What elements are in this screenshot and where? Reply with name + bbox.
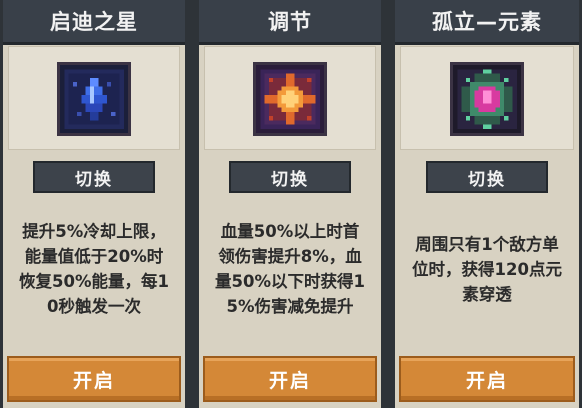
description-line: 5%伤害减免提升 (226, 297, 354, 316)
card-title: 启迪之星 (3, 0, 185, 45)
card-title: 孤立—元素 (395, 0, 579, 45)
description-line: 周围只有1个敌方单 (415, 234, 559, 254)
buff-card-2: 调节 切换 血量50%以上时首 领伤害提升8%，血 量50%以下时获得1 5%伤… (196, 0, 384, 408)
buff-card-1: 启迪之星 切换 提升5%冷却上限， 能量值低于20%时 恢复50%能量，每1 0… (0, 0, 188, 408)
description-line: 0秒触发一次 (47, 297, 141, 316)
switch-button[interactable]: 切换 (426, 161, 548, 193)
orange-star-icon (253, 62, 327, 136)
description-line: 位时，获得120点元 (412, 259, 562, 279)
description-line: 素穿透 (462, 284, 512, 304)
description-line: 能量值低于20%时 (24, 247, 164, 266)
description-line: 提升5%冷却上限， (22, 222, 166, 241)
description-line: 领伤害提升8%，血 (218, 247, 362, 266)
switch-button[interactable]: 切换 (229, 161, 351, 193)
description-line: 恢复50%能量，每1 (19, 272, 169, 291)
open-button[interactable]: 开启 (7, 356, 181, 402)
open-button[interactable]: 开启 (203, 356, 377, 402)
description-line: 血量50%以上时首 (220, 222, 360, 241)
description-line: 量50%以下时获得1 (215, 272, 365, 291)
card-description: 周围只有1个敌方单 位时，获得120点元 素穿透 (399, 204, 575, 334)
switch-button[interactable]: 切换 (33, 161, 155, 193)
buff-card-3: 孤立—元素 切换 周围只有1个敌方单 位时，获得120点元 素穿透 开启 (392, 0, 582, 408)
blue-crystal-icon (57, 62, 131, 136)
card-description: 血量50%以上时首 领伤害提升8%，血 量50%以下时获得1 5%伤害减免提升 (203, 204, 377, 334)
green-pink-gem-icon (450, 62, 524, 136)
card-description: 提升5%冷却上限， 能量值低于20%时 恢复50%能量，每1 0秒触发一次 (7, 204, 181, 334)
card-title: 调节 (199, 0, 381, 45)
open-button[interactable]: 开启 (399, 356, 575, 402)
